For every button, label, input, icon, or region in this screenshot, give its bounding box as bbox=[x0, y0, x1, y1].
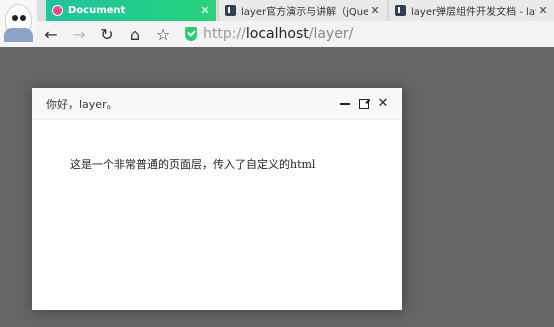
layui-favicon-icon bbox=[395, 5, 406, 16]
maximize-icon bbox=[359, 98, 369, 109]
close-button[interactable]: ✕ bbox=[374, 95, 392, 113]
tab-layer-demo[interactable]: layer官方演示与讲解（jQuery弹 ✕ bbox=[218, 0, 386, 21]
layer-title: 你好，layer。 bbox=[46, 97, 118, 111]
layer-dialog: 你好，layer。 ✕ 这是一个非常普通的页面层，传入了自定义的html bbox=[32, 88, 402, 310]
layer-content: 这是一个非常普通的页面层，传入了自定义的html bbox=[70, 158, 316, 171]
address-bar[interactable]: http:// localhost /layer/ bbox=[185, 26, 353, 42]
tab-label: Document bbox=[68, 5, 126, 16]
maximize-button[interactable] bbox=[355, 95, 373, 113]
tab-close-icon[interactable]: ✕ bbox=[536, 4, 550, 17]
layer-title-bar[interactable]: 你好，layer。 ✕ bbox=[32, 88, 402, 120]
url-protocol: http:// bbox=[203, 26, 246, 42]
secure-shield-icon bbox=[185, 27, 197, 41]
tab-label: layer弹层组件开发文档 - layui bbox=[411, 7, 536, 18]
minimize-button[interactable] bbox=[336, 95, 354, 113]
layer-controls: ✕ bbox=[335, 95, 392, 113]
tab-close-icon[interactable]: ✕ bbox=[368, 4, 382, 17]
back-arrow-icon[interactable]: ← bbox=[37, 23, 65, 45]
url-host: localhost bbox=[245, 26, 309, 42]
document-favicon-icon bbox=[52, 5, 63, 16]
navigation-bar: ← → ↻ ⌂ ☆ http:// localhost /layer/ bbox=[37, 21, 554, 47]
url-path: /layer/ bbox=[308, 26, 354, 42]
tab-label: layer官方演示与讲解（jQuery弹 bbox=[241, 7, 368, 18]
profile-avatar[interactable] bbox=[0, 0, 37, 43]
home-icon[interactable]: ⌂ bbox=[121, 23, 149, 45]
minimize-icon bbox=[340, 102, 350, 105]
reload-icon[interactable]: ↻ bbox=[93, 23, 121, 45]
forward-arrow-icon[interactable]: → bbox=[65, 23, 93, 45]
layui-favicon-icon bbox=[225, 5, 236, 16]
bookmark-star-icon[interactable]: ☆ bbox=[149, 23, 177, 45]
tab-close-icon[interactable]: ✕ bbox=[198, 4, 212, 17]
browser-chrome: Document ✕ layer官方演示与讲解（jQuery弹 ✕ layer弹… bbox=[0, 0, 554, 47]
tab-layer-docs[interactable]: layer弹层组件开发文档 - layui ✕ bbox=[388, 0, 554, 21]
tab-document[interactable]: Document ✕ bbox=[46, 0, 216, 21]
